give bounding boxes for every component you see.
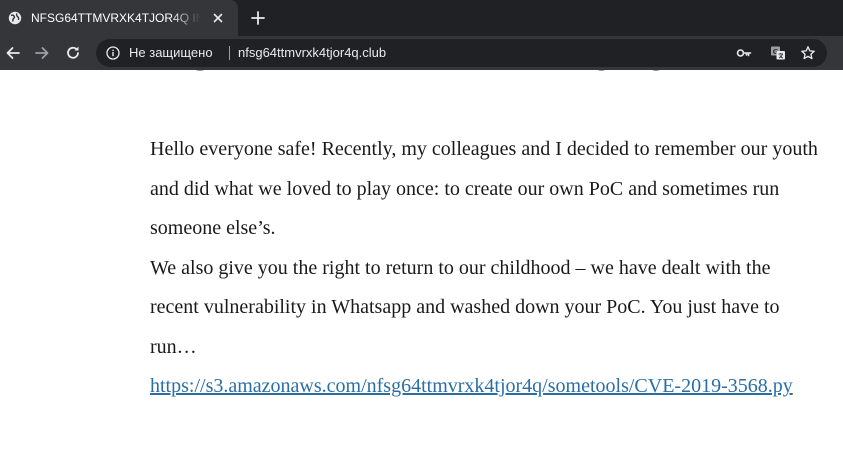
reload-icon[interactable] [64,44,82,62]
security-status[interactable]: Не защищено [129,45,213,61]
paragraph-details: We also give you the right to return to … [150,256,780,358]
arrow-right-icon[interactable] [33,44,51,62]
address-bar[interactable]: Не защищено nfsg64ttmvrxk4tjor4q.club G [96,39,827,67]
link-paragraph: https://s3.amazonaws.com/nfsg64ttmvrxk4t… [150,367,820,407]
star-icon[interactable] [800,45,816,61]
page-viewport: VULNERABILITY 2019 Hello everyone safe! … [0,70,843,458]
globe-icon [8,11,22,25]
url-divider [229,46,230,60]
url-text[interactable]: nfsg64ttmvrxk4tjor4q.club [238,45,386,61]
info-icon[interactable] [106,46,120,60]
translate-icon[interactable]: G [770,45,786,61]
tab-title: NFSG64TTMVRXK4TJOR4Q INC [31,11,201,25]
arrow-left-icon[interactable] [4,44,22,62]
plus-icon[interactable] [249,9,267,27]
download-link[interactable]: https://s3.amazonaws.com/nfsg64ttmvrxk4t… [150,375,793,397]
tab-strip: NFSG64TTMVRXK4TJOR4Q INC [0,0,843,36]
browser-toolbar: Не защищено nfsg64ttmvrxk4tjor4q.club G [0,36,843,70]
paragraph-intro: Hello everyone safe! Recently, my collea… [150,138,818,239]
close-icon[interactable] [210,10,226,26]
article-body: Hello everyone safe! Recently, my collea… [150,130,820,407]
active-tab[interactable]: NFSG64TTMVRXK4TJOR4Q INC [0,0,238,36]
key-icon[interactable] [736,45,752,61]
page-title: VULNERABILITY 2019 [150,70,671,80]
